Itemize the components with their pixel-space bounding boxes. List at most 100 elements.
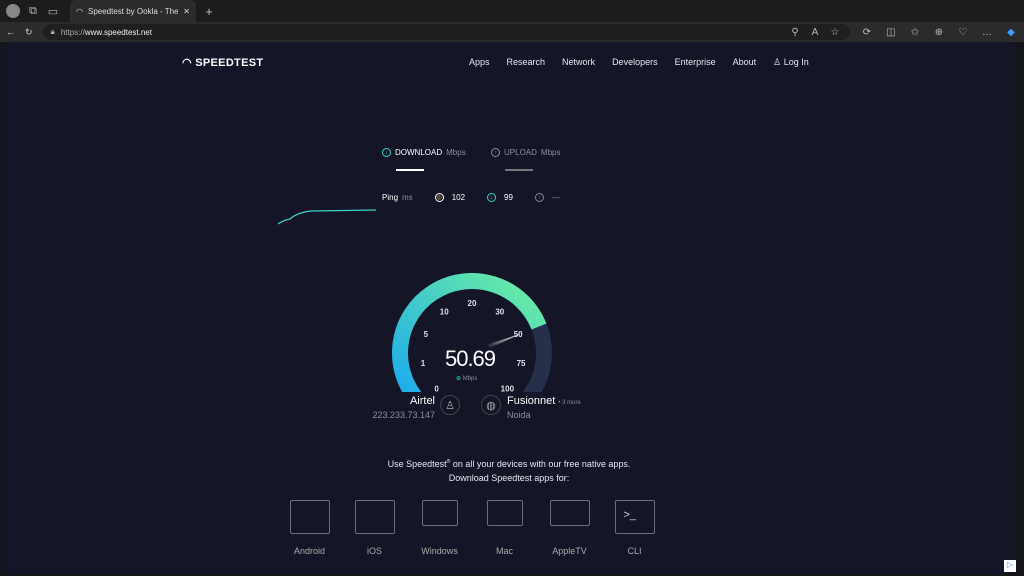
server-globe-icon[interactable]: ◍ bbox=[481, 395, 501, 415]
ios-device-icon bbox=[354, 500, 395, 534]
ad-choices-icon[interactable]: ▷ bbox=[1004, 560, 1016, 572]
split-screen-icon[interactable]: ◫ bbox=[884, 27, 898, 38]
app-label: iOS bbox=[366, 546, 382, 556]
download-small-icon: ⊕ bbox=[456, 376, 462, 382]
gauge-tick-label: 0 bbox=[434, 384, 439, 392]
gauge-tick-label: 5 bbox=[424, 330, 429, 339]
favorite-star-icon[interactable]: ☆ bbox=[828, 27, 842, 38]
url-prefix: https:// bbox=[60, 27, 85, 37]
app-list: Android iOS Windows Mac AppleTV >_ CLI bbox=[277, 500, 667, 556]
tab-favicon-icon: ◠ bbox=[76, 6, 83, 16]
nav-about[interactable]: About bbox=[733, 57, 757, 68]
app-cli[interactable]: >_ CLI bbox=[602, 500, 667, 556]
download-ping-value: 99 bbox=[504, 193, 513, 202]
browser-essentials-icon[interactable]: ♡ bbox=[956, 27, 970, 38]
upload-underline bbox=[505, 169, 533, 171]
apps-promo: Use Speedtest® on all your devices with … bbox=[2, 455, 1016, 485]
mac-laptop-icon bbox=[486, 500, 523, 526]
read-aloud-icon[interactable]: A bbox=[808, 27, 822, 38]
download-tab[interactable]: ↓ DOWNLOAD Mbps bbox=[382, 148, 466, 157]
favorites-icon[interactable]: ✩ bbox=[908, 27, 922, 38]
upload-tab[interactable]: ↑ UPLOAD Mbps bbox=[491, 148, 560, 157]
user-icon: ♙ bbox=[773, 57, 782, 67]
tab-actions-icon[interactable]: ▭ bbox=[46, 4, 60, 18]
speed-unit-row: ⊕ Mbps bbox=[456, 375, 477, 382]
gauge-tick-label: 75 bbox=[517, 359, 526, 368]
app-label: Android bbox=[293, 546, 326, 556]
appletv-icon bbox=[549, 500, 590, 526]
gauge-tick-label: 100 bbox=[501, 384, 515, 392]
site-nav: ◠ SPEEDTEST Apps Research Network Develo… bbox=[2, 56, 1016, 70]
ping-label: Ping bbox=[382, 193, 399, 202]
nav-enterprise[interactable]: Enterprise bbox=[675, 57, 716, 68]
gauge-tick-label: 30 bbox=[495, 307, 504, 316]
profile-icon[interactable] bbox=[6, 4, 20, 18]
download-icon: ↓ bbox=[382, 148, 391, 157]
more-servers-link[interactable]: • 3 more bbox=[558, 400, 580, 406]
promo-text-b: on all your devices with our free native… bbox=[450, 459, 631, 469]
more-menu-icon[interactable]: … bbox=[980, 27, 994, 38]
gauge-tick-label: 10 bbox=[440, 307, 449, 316]
promo-text-a: Use Speedtest bbox=[387, 459, 447, 469]
speed-graph-line bbox=[277, 209, 377, 225]
upload-unit: Mbps bbox=[540, 148, 561, 157]
idle-ping-icon: ◎ bbox=[434, 193, 444, 202]
app-android[interactable]: Android bbox=[277, 500, 342, 556]
address-bar-row: ← ↻ 🔒︎ https://www.speedtest.net ⚲ A ☆ ⟳… bbox=[0, 22, 1024, 42]
nav-apps[interactable]: Apps bbox=[469, 57, 490, 68]
upload-icon: ↑ bbox=[491, 148, 500, 157]
nav-research[interactable]: Research bbox=[507, 57, 546, 68]
app-label: CLI bbox=[627, 546, 642, 556]
terminal-icon: >_ bbox=[614, 500, 655, 534]
speed-unit: Mbps bbox=[462, 376, 478, 382]
upload-ping-icon: ↑ bbox=[534, 193, 544, 202]
refresh-icon[interactable]: ↻ bbox=[25, 27, 33, 38]
isp-user-icon: ♙ bbox=[440, 395, 460, 415]
login-label: Log In bbox=[783, 57, 809, 67]
server-name[interactable]: Fusionnet bbox=[507, 395, 555, 407]
promo-line2: Download Speedtest apps for: bbox=[448, 473, 570, 483]
download-unit: Mbps bbox=[446, 148, 466, 157]
idle-ping-value: 102 bbox=[451, 193, 466, 202]
ping-unit: ms bbox=[402, 193, 413, 202]
app-appletv[interactable]: AppleTV bbox=[537, 500, 602, 556]
app-ios[interactable]: iOS bbox=[342, 500, 407, 556]
login-link[interactable]: ♙ Log In bbox=[773, 57, 809, 68]
server-location: Noida bbox=[507, 410, 531, 420]
new-tab-icon[interactable]: + bbox=[202, 4, 216, 19]
lock-icon: 🔒︎ bbox=[50, 27, 55, 36]
ping-row: Ping ms ◎ 102 ↓ 99 ↑ — bbox=[382, 193, 560, 202]
app-mac[interactable]: Mac bbox=[472, 500, 537, 556]
isp-ip: 223.233.73.147 bbox=[372, 410, 435, 420]
download-label: DOWNLOAD bbox=[395, 148, 443, 157]
speed-graph bbox=[277, 209, 377, 225]
isp-info: Airtel 223.233.73.147 bbox=[362, 395, 435, 420]
collections-icon[interactable]: ⊕ bbox=[932, 27, 946, 38]
app-label: Windows bbox=[421, 546, 458, 556]
close-tab-icon[interactable]: ✕ bbox=[183, 7, 190, 16]
url-host: www.speedtest.net bbox=[84, 27, 152, 37]
speed-value: 50.69 bbox=[444, 346, 496, 371]
logo-text: SPEEDTEST bbox=[195, 57, 264, 69]
back-icon[interactable]: ← bbox=[6, 27, 15, 37]
nav-network[interactable]: Network bbox=[562, 57, 595, 68]
nav-developers[interactable]: Developers bbox=[612, 57, 658, 68]
download-ping-icon: ↓ bbox=[487, 193, 497, 202]
windows-laptop-icon bbox=[421, 500, 458, 526]
isp-name: Airtel bbox=[409, 395, 435, 407]
tab-bar: ⧉ ▭ ◠ Speedtest by Ookla - The Global ✕ … bbox=[0, 0, 1024, 22]
download-underline bbox=[396, 169, 424, 171]
workspaces-icon[interactable]: ⧉ bbox=[26, 4, 40, 18]
app-label: AppleTV bbox=[552, 546, 587, 556]
upload-label: UPLOAD bbox=[504, 148, 537, 157]
gauge-tick-label: 50 bbox=[514, 330, 523, 339]
speedtest-logo[interactable]: ◠ SPEEDTEST bbox=[182, 56, 263, 69]
copilot-icon[interactable]: ◆ bbox=[1004, 27, 1018, 38]
app-windows[interactable]: Windows bbox=[407, 500, 472, 556]
browser-tab[interactable]: ◠ Speedtest by Ookla - The Global ✕ bbox=[70, 0, 196, 22]
extensions-icon[interactable]: ⟳ bbox=[860, 27, 874, 38]
app-label: Mac bbox=[495, 546, 513, 556]
speedtest-page: ◠ SPEEDTEST Apps Research Network Develo… bbox=[2, 42, 1016, 574]
url-input[interactable]: 🔒︎ https://www.speedtest.net ⚲ A ☆ bbox=[42, 24, 850, 40]
permissions-icon[interactable]: ⚲ bbox=[788, 27, 802, 38]
